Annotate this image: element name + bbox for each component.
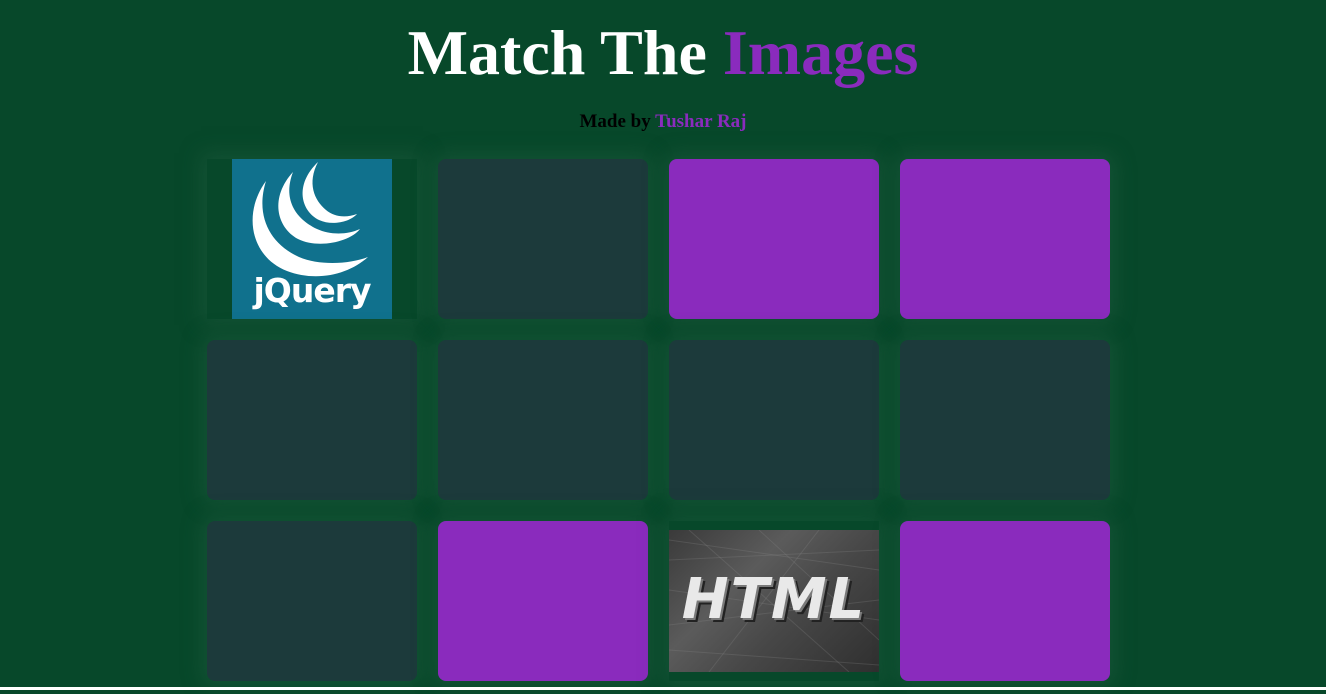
card-1[interactable]: jQuery — [207, 159, 417, 319]
author-name: Tushar Raj — [655, 111, 747, 132]
bottom-divider — [0, 687, 1326, 690]
card-2[interactable] — [438, 159, 648, 319]
card-12[interactable] — [900, 521, 1110, 681]
card-8[interactable] — [900, 340, 1110, 500]
html-logo-text: HTML — [681, 567, 867, 632]
card-3[interactable] — [669, 159, 879, 319]
jquery-logo-text: jQuery — [253, 271, 371, 310]
title-main: Match The — [407, 17, 707, 88]
title-accent: Images — [722, 17, 919, 88]
card-7[interactable] — [669, 340, 879, 500]
card-5[interactable] — [207, 340, 417, 500]
html-logo-image: HTML — [669, 530, 879, 672]
page-title: Match The Images — [0, 18, 1326, 88]
jquery-logo-image: jQuery — [232, 159, 392, 319]
card-grid: jQuery HTML — [207, 159, 1110, 681]
card-11[interactable]: HTML — [669, 521, 879, 681]
card-4[interactable] — [900, 159, 1110, 319]
byline-prefix: Made by — [579, 111, 651, 132]
card-6[interactable] — [438, 340, 648, 500]
byline: Made by Tushar Raj — [0, 111, 1326, 133]
card-10[interactable] — [438, 521, 648, 681]
card-9[interactable] — [207, 521, 417, 681]
